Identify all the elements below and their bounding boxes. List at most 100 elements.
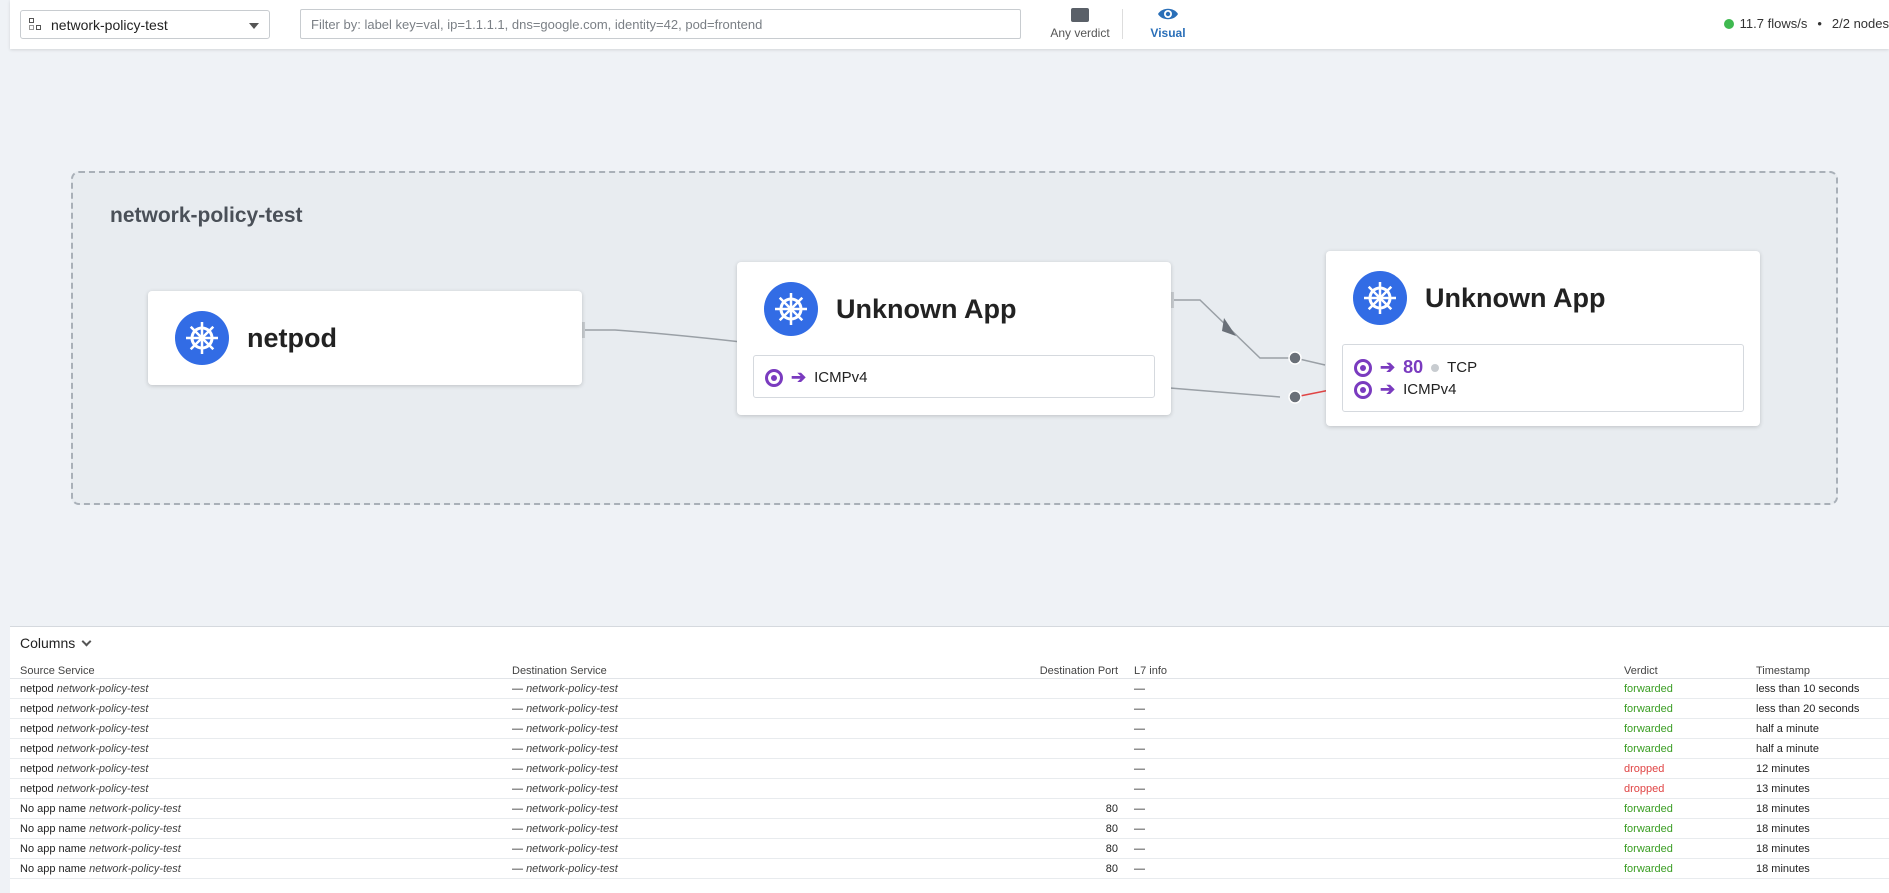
header-destination-port[interactable]: Destination Port <box>910 665 1118 677</box>
namespace-select-value: network-policy-test <box>51 16 168 33</box>
service-name: Unknown App <box>836 294 1017 324</box>
destination-namespace: network-policy-test <box>526 843 618 855</box>
protocol-port: 80 <box>1403 357 1424 377</box>
cell-destination-service: — network-policy-test <box>512 683 618 695</box>
protocol-ring-icon <box>765 368 783 387</box>
protocol-label: ICMPv4 <box>1403 381 1457 398</box>
source-name: netpod <box>20 783 54 795</box>
cell-l7-info: — <box>1134 723 1145 735</box>
destination-name: — <box>512 683 523 695</box>
cell-destination-service: — network-policy-test <box>512 843 618 855</box>
arrow-right-icon: ➔ <box>791 367 807 387</box>
destination-namespace: network-policy-test <box>526 763 618 775</box>
table-row[interactable]: netpod network-policy-test — network-poli… <box>10 679 1889 699</box>
cell-source-service: netpod network-policy-test <box>20 763 148 775</box>
protocol-row[interactable]: ➔ 80 TCP <box>1354 357 1477 378</box>
header-verdict[interactable]: Verdict <box>1624 665 1658 677</box>
destination-name: — <box>512 803 523 815</box>
service-card-unknown-app[interactable]: Unknown App ➔ 80 TCP ➔ ICMPv4 <box>1326 251 1760 426</box>
source-name: netpod <box>20 743 54 755</box>
cell-source-service: No app name network-policy-test <box>20 823 181 835</box>
table-row[interactable]: No app name network-policy-test — network… <box>10 819 1889 839</box>
protocol-row[interactable]: ➔ ICMPv4 <box>765 367 867 388</box>
service-card-unknown-app[interactable]: Unknown App ➔ ICMPv4 <box>737 262 1171 415</box>
kubernetes-icon <box>764 282 818 336</box>
protocol-label: TCP <box>1447 359 1478 376</box>
table-header: Source Service Destination Service Desti… <box>10 661 1889 679</box>
header-l7-info[interactable]: L7 info <box>1134 665 1167 677</box>
destination-name: — <box>512 723 523 735</box>
cell-timestamp: half a minute <box>1756 723 1819 735</box>
columns-toggle-label: Columns <box>20 635 76 651</box>
cell-l7-info: — <box>1134 703 1145 715</box>
source-namespace: network-policy-test <box>56 723 149 735</box>
protocol-row[interactable]: ➔ ICMPv4 <box>1354 379 1456 400</box>
cell-source-service: netpod network-policy-test <box>20 703 148 715</box>
table-row[interactable]: netpod network-policy-test — network-poli… <box>10 699 1889 719</box>
cell-source-service: No app name network-policy-test <box>20 843 181 855</box>
destination-namespace: network-policy-test <box>526 703 618 715</box>
flows-table-panel: Columns Source Service Destination Servi… <box>10 626 1889 893</box>
nodes-count: 2/2 nodes <box>1831 16 1889 31</box>
cell-verdict: dropped <box>1624 783 1665 795</box>
cell-verdict: forwarded <box>1624 723 1673 735</box>
header-destination-service[interactable]: Destination Service <box>512 665 607 677</box>
visual-toggle-label: Visual <box>1150 26 1186 40</box>
kubernetes-icon <box>1353 271 1407 325</box>
protocol-label: ICMPv4 <box>814 369 868 386</box>
header-timestamp[interactable]: Timestamp <box>1756 665 1810 677</box>
destination-name: — <box>512 783 523 795</box>
cell-verdict: forwarded <box>1624 743 1673 755</box>
cell-destination-service: — network-policy-test <box>512 763 618 775</box>
cell-l7-info: — <box>1134 843 1145 855</box>
source-namespace: network-policy-test <box>89 823 181 835</box>
visual-toggle-button[interactable]: Visual <box>1138 6 1198 40</box>
cell-timestamp: 18 minutes <box>1756 803 1810 815</box>
protocol-ring-icon <box>1354 358 1372 377</box>
cell-destination-service: — network-policy-test <box>512 863 618 875</box>
top-bar: network-policy-test Any verdict Visual 1… <box>10 0 1889 49</box>
cell-timestamp: less than 20 seconds <box>1756 703 1860 715</box>
cell-source-service: netpod network-policy-test <box>20 743 148 755</box>
service-card-netpod[interactable]: netpod <box>148 291 582 385</box>
kubernetes-icon <box>175 311 229 365</box>
table-row[interactable]: No app name network-policy-test — network… <box>10 839 1889 859</box>
destination-name: — <box>512 863 523 875</box>
cell-destination-port: 80 <box>1105 863 1118 875</box>
header-source-service[interactable]: Source Service <box>20 665 95 677</box>
source-name: netpod <box>20 683 54 695</box>
cell-verdict: forwarded <box>1624 683 1673 695</box>
namespace-icon <box>29 17 43 32</box>
arrow-right-icon: ➔ <box>1380 357 1396 377</box>
cell-l7-info: — <box>1134 683 1145 695</box>
destination-namespace: network-policy-test <box>526 743 618 755</box>
cell-destination-port: 80 <box>1105 823 1118 835</box>
source-namespace: network-policy-test <box>89 843 181 855</box>
destination-namespace: network-policy-test <box>526 863 618 875</box>
flows-rate: 11.7 flows/s <box>1739 16 1808 31</box>
namespace-select[interactable]: network-policy-test <box>20 10 270 39</box>
destination-name: — <box>512 823 523 835</box>
cell-l7-info: — <box>1134 743 1145 755</box>
cell-verdict: forwarded <box>1624 863 1673 875</box>
service-name: Unknown App <box>1425 283 1606 313</box>
table-row[interactable]: No app name network-policy-test — network… <box>10 799 1889 819</box>
columns-toggle-button[interactable]: Columns <box>20 635 92 651</box>
cell-source-service: netpod network-policy-test <box>20 723 148 735</box>
cell-source-service: No app name network-policy-test <box>20 863 181 875</box>
verdict-filter-button[interactable]: Any verdict <box>1040 6 1120 40</box>
table-row[interactable]: netpod network-policy-test — network-poli… <box>10 759 1889 779</box>
table-row[interactable]: No app name network-policy-test — network… <box>10 859 1889 879</box>
cell-l7-info: — <box>1134 763 1145 775</box>
cell-destination-service: — network-policy-test <box>512 783 618 795</box>
cell-verdict: forwarded <box>1624 703 1673 715</box>
cell-timestamp: 18 minutes <box>1756 863 1810 875</box>
table-row[interactable]: netpod network-policy-test — network-poli… <box>10 779 1889 799</box>
cell-destination-service: — network-policy-test <box>512 803 618 815</box>
table-row[interactable]: netpod network-policy-test — network-poli… <box>10 719 1889 739</box>
cell-l7-info: — <box>1134 803 1145 815</box>
flow-filter-input[interactable] <box>300 9 1021 39</box>
table-row[interactable]: netpod network-policy-test — network-poli… <box>10 739 1889 759</box>
toolbar-divider <box>1122 9 1123 39</box>
verdict-icon <box>1071 8 1089 22</box>
